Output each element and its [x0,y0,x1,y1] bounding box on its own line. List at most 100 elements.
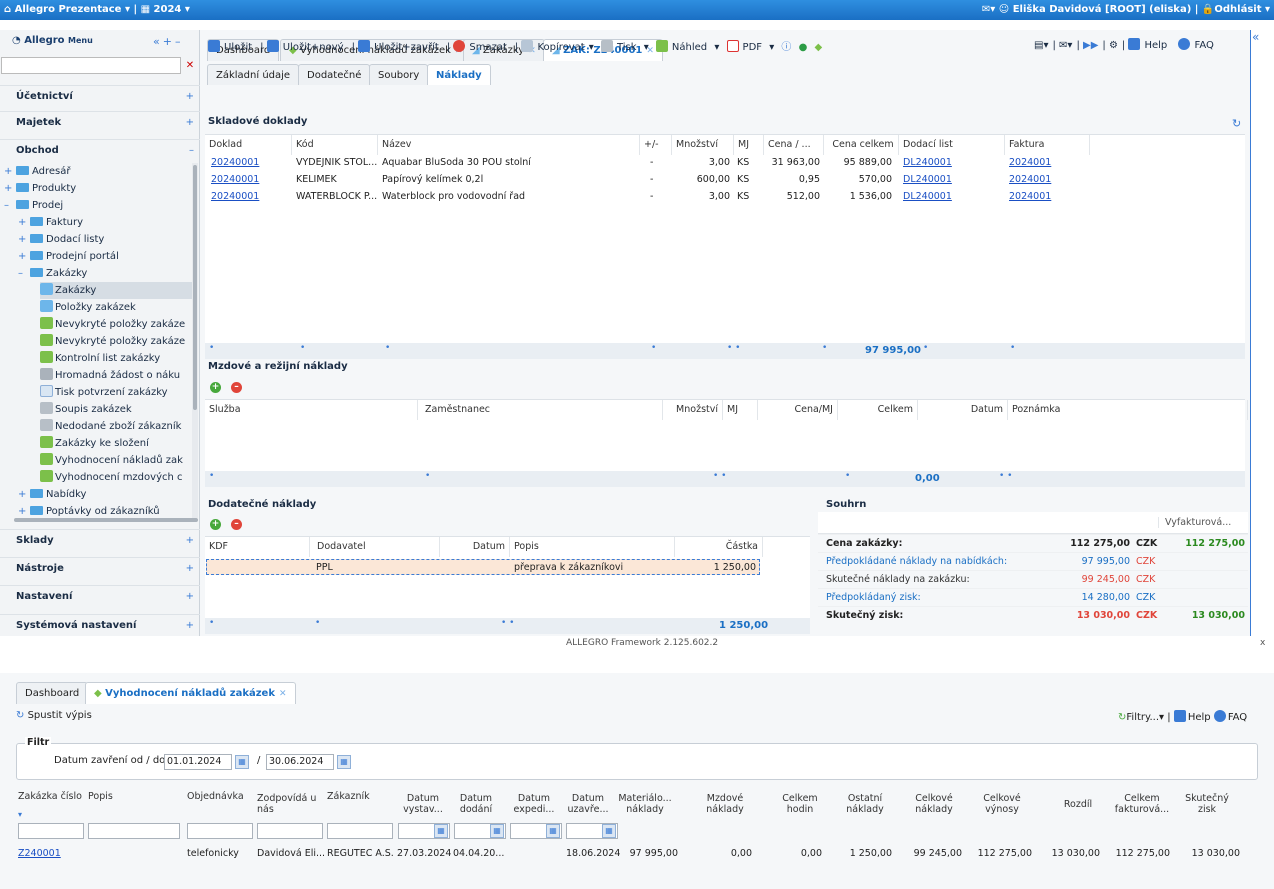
tree-item-prodej[interactable]: – Prodej [4,197,63,214]
col-faktura[interactable]: Faktura [1005,135,1090,155]
pdf-button[interactable]: PDF ▾ [726,40,774,53]
filter-zodpovida-input[interactable] [257,823,323,839]
tab-vyhodnoceni[interactable]: ◆ Vyhodnocení nákladů zakázek✕ [85,682,296,704]
tab-dashboard[interactable]: Dashboard [16,682,89,704]
tree-item-zakazky[interactable]: Zakázky [40,282,192,299]
col-rozdil[interactable]: Rozdíl [1058,799,1098,810]
section-ucetnictvi[interactable]: Účetnictví + [0,85,200,107]
globe-icon[interactable]: ● [799,42,808,53]
close-icon[interactable]: x [1260,638,1265,648]
col-cena-celkem[interactable]: Cena celkem [824,135,899,155]
col-zamestnanec[interactable]: Zaměstnanec [418,400,663,420]
subtab-naklady[interactable]: Náklady [427,64,491,85]
tree-item-dodaci-listy[interactable]: + Dodací listy [18,231,104,248]
table-cell-dodaci-list[interactable]: DL240001 [899,171,956,188]
tree-horizontal-scrollbar[interactable] [14,518,198,522]
tree-item-prodejni-portal[interactable]: + Prodejní portál [18,248,119,265]
copy-button[interactable]: Kopírovat ▾ [521,40,594,53]
date-to-input[interactable]: 30.06.2024 [266,754,334,770]
mail-icon[interactable]: ✉▾ [982,4,999,15]
filter-zakazka-input[interactable] [18,823,84,839]
col-castka[interactable]: Částka [675,537,763,557]
table-cell-castka[interactable]: 1 250,00 [674,559,760,576]
tree-item-vyhodnoceni-nakladu[interactable]: Vyhodnocení nákladů zak [40,452,183,469]
tree-scroll-thumb[interactable] [193,165,197,410]
filter-objednavka-input[interactable] [187,823,253,839]
col-ostatni-naklady[interactable]: Ostatní náklady [843,793,887,815]
help-button[interactable]: Help [1128,38,1171,51]
col-popis[interactable]: Popis [88,791,128,802]
clear-search-icon[interactable]: ✕ [183,57,197,74]
refresh-icon[interactable]: ↻ [1232,117,1241,130]
calendar-icon[interactable]: ▦ [602,824,616,838]
col-popis[interactable]: Popis [510,537,675,557]
filter-zakaznik-input[interactable] [327,823,393,839]
faq-button[interactable]: FAQ [1178,38,1217,51]
section-obchod[interactable]: Obchod – [0,139,200,161]
tree-item-adresar[interactable]: + Adresář [4,163,71,180]
sort-desc-icon[interactable]: ▾ [18,810,22,819]
table-cell-doklad[interactable]: 20240001 [207,171,263,188]
tree-item-hromadna-zadost[interactable]: Hromadná žádost o náku [40,367,180,384]
col-materialove-naklady[interactable]: Materiálo... náklady [618,793,672,815]
col-zakaznik[interactable]: Zákazník [327,791,377,802]
subtab-soubory[interactable]: Soubory [369,64,429,85]
col-kod[interactable]: Kód [292,135,378,155]
col-celkove-naklady[interactable]: Celkové náklady [912,793,956,815]
user-name[interactable]: Eliška Davidová [ROOT] (eliska) [1013,4,1192,15]
col-zodpovida[interactable]: Zodpovídá u nás [257,793,323,815]
tree-item-zakazky-folder[interactable]: – Zakázky [18,265,87,282]
app-name[interactable]: Allegro Prezentace [15,4,122,15]
remove-row-icon[interactable]: – [231,519,242,530]
table-cell-zakazka[interactable]: Z240001 [18,848,61,859]
tree-item-nevykryte-2[interactable]: Nevykryté položky zakáze [40,333,185,350]
section-systemova-nastaveni[interactable]: Systémová nastavení + [0,614,200,636]
col-objednavka[interactable]: Objednávka [187,791,247,802]
save-button[interactable]: Uložit [208,40,256,53]
tree-item-vyhodnoceni-mzdovych[interactable]: Vyhodnocení mzdových c [40,469,183,486]
table-cell-faktura[interactable]: 2024001 [1005,154,1055,171]
home-icon[interactable]: ⌂ [4,4,15,15]
table-cell-dodaci-list[interactable]: DL240001 [899,188,956,205]
tree-item-nabidky[interactable]: + Nabídky [18,486,86,503]
col-celkem-fakturovano[interactable]: Celkem fakturová... [1112,793,1172,815]
tree-item-nevykryte-1[interactable]: Nevykryté položky zakáze [40,316,185,333]
run-report-button[interactable]: ↻ Spustit výpis [16,710,92,721]
col-datum[interactable]: Datum [918,400,1008,420]
calendar-icon[interactable]: ▦ [490,824,504,838]
col-datum-uzavreni[interactable]: Datum uzavře... [563,793,613,815]
col-datum-expedice[interactable]: Datum expedi... [510,793,558,815]
col-dodavatel[interactable]: Dodavatel [310,537,440,557]
subtab-zakladni-udaje[interactable]: Základní údaje [207,64,300,85]
col-datum[interactable]: Datum [440,537,510,557]
col-dodaci-list[interactable]: Dodací list [899,135,1005,155]
col-mnozstvi[interactable]: Množství [672,135,734,155]
collapse-right-panel-icon[interactable]: « [1250,30,1262,636]
year-selector[interactable]: 2024 [154,4,182,15]
col-poznamka[interactable]: Poznámka [1008,400,1248,420]
col-sluzba[interactable]: Služba [205,400,418,420]
table-cell-faktura[interactable]: 2024001 [1005,171,1055,188]
help-button[interactable]: Help [1173,710,1211,723]
col-celkove-vynosy[interactable]: Celkové výnosy [980,793,1024,815]
table-cell-dodaci-list[interactable]: DL240001 [899,154,956,171]
section-sklady[interactable]: Sklady + [0,529,200,551]
info-icon[interactable]: ⓘ [781,42,791,53]
logout-link[interactable]: Odhlásit [1214,4,1261,15]
save-close-button[interactable]: Uložit+zavřít [358,40,443,53]
col-celkem-hodin[interactable]: Celkem hodin [780,793,820,815]
calendar-icon[interactable]: ▦ [434,824,448,838]
col-skutecny-zisk[interactable]: Skutečný zisk [1184,793,1230,815]
add-row-icon[interactable]: + [210,382,221,393]
tree-item-tisk-potvrzeni[interactable]: Tisk potvrzení zakázky [40,384,168,401]
table-cell-faktura[interactable]: 2024001 [1005,188,1055,205]
forward-icon[interactable]: ▶▶ [1083,40,1098,51]
money-icon[interactable]: ◆ [815,42,823,53]
subtab-dodatecne[interactable]: Dodatečné [298,64,371,85]
tree-item-poptavky[interactable]: + Poptávky od zákazníků [18,503,160,518]
print-button[interactable]: Tisk ▾ [600,40,649,53]
col-mj[interactable]: MJ [734,135,764,155]
col-datum-dodani[interactable]: Datum dodání [454,793,498,815]
tree-item-polozky-zakazek[interactable]: Položky zakázek [40,299,136,316]
table-cell-dodavatel[interactable]: PPL [312,559,337,576]
